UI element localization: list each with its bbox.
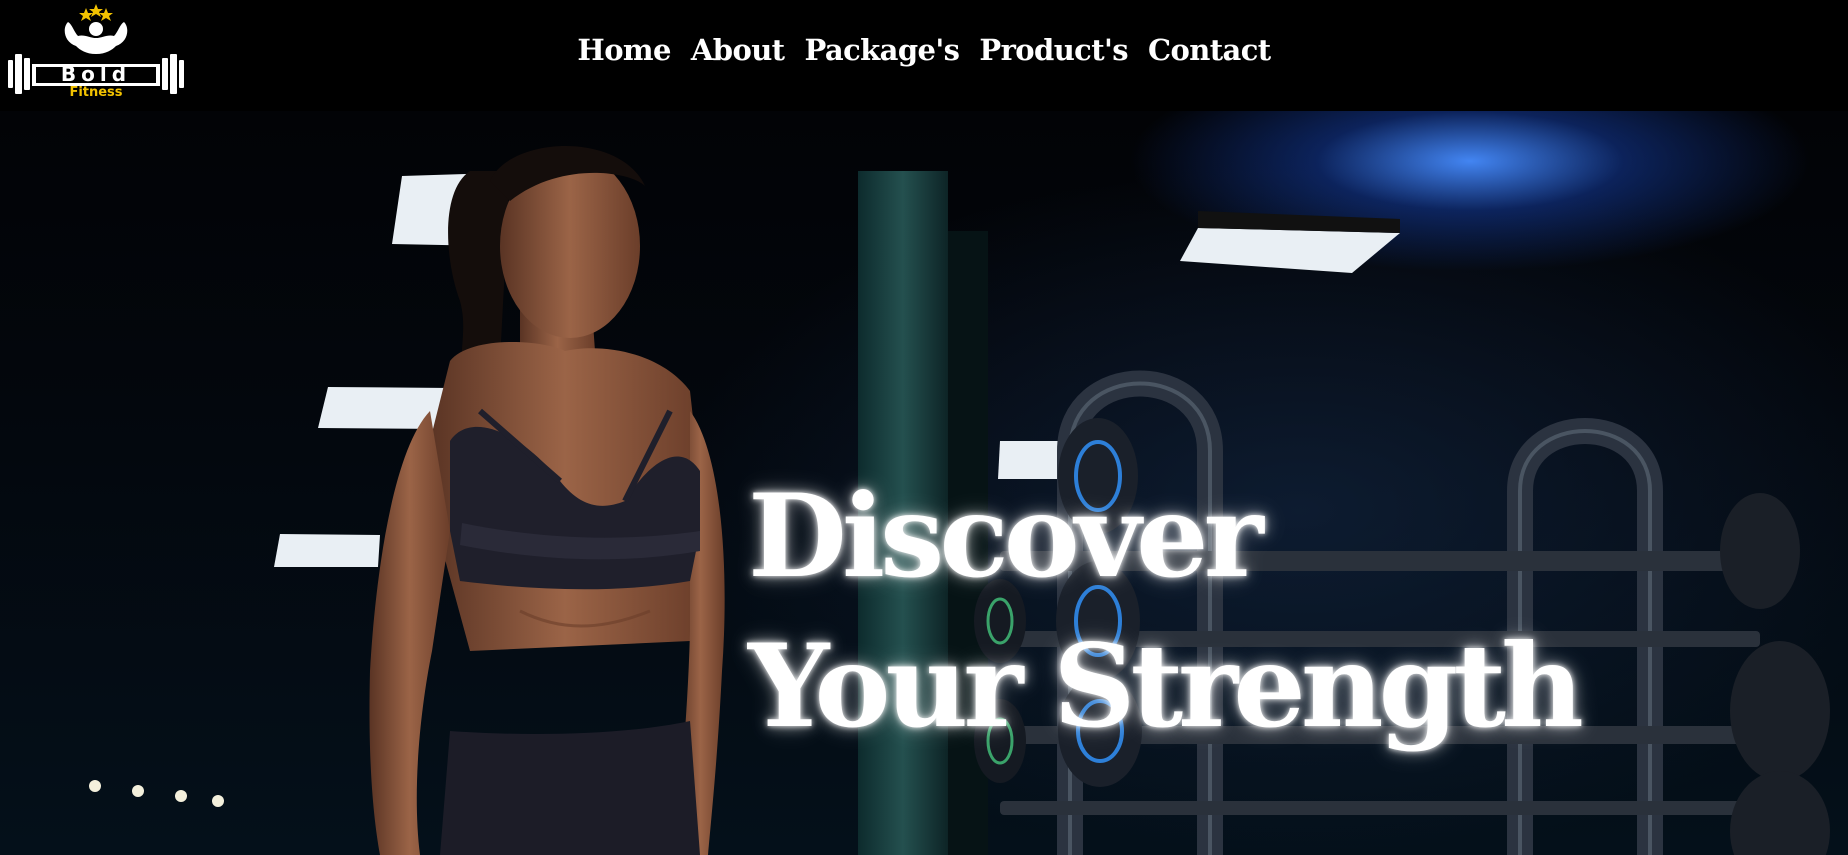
nav-products[interactable]: Product's xyxy=(979,30,1128,70)
logo-subtitle: Fitness xyxy=(69,85,123,100)
nav-contact[interactable]: Contact xyxy=(1148,30,1271,70)
hero-section: Discover Your Strength xyxy=(0,111,1848,855)
nav-about[interactable]: About xyxy=(691,30,785,70)
nav-home[interactable]: Home xyxy=(577,30,671,70)
main-nav: Home About Package's Product's Contact xyxy=(0,30,1848,70)
site-header: Bold Fitness Home About Package's Produc… xyxy=(0,0,1848,111)
nav-packages[interactable]: Package's xyxy=(804,30,960,70)
headline-line-2: Your Strength xyxy=(748,619,1584,753)
headline-line-1: Discover xyxy=(748,469,1264,603)
hero-headline: Discover Your Strength xyxy=(748,461,1584,761)
